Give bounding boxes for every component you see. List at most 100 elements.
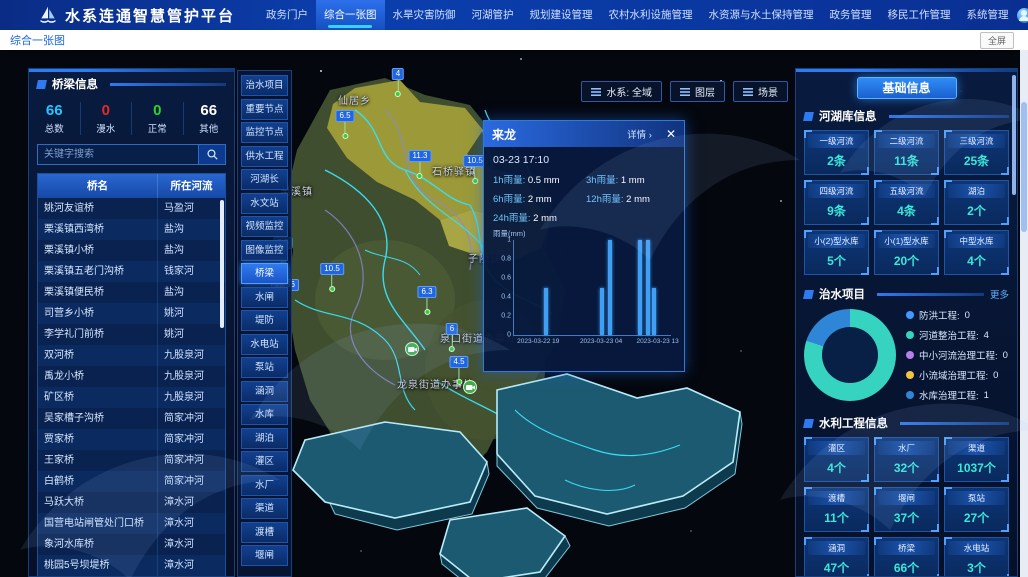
tile-label: 水电站 bbox=[948, 541, 1005, 555]
layer-menu-item[interactable]: 供水工程 bbox=[241, 146, 288, 167]
layer-menu-item[interactable]: 涵洞 bbox=[241, 381, 288, 402]
legend-item: 防洪工程: 0 bbox=[906, 308, 1008, 322]
table-row[interactable]: 吴家槽子沟桥 简家冲河 bbox=[38, 408, 225, 429]
more-link[interactable]: 更多 bbox=[990, 287, 1009, 301]
map-control-button[interactable]: 图层 bbox=[670, 81, 725, 102]
section-icon bbox=[803, 419, 814, 428]
base-info-badge-button[interactable]: 基础信息 bbox=[857, 77, 957, 99]
layer-menu-item[interactable]: 视频监控 bbox=[241, 216, 288, 237]
info-tile: 桥梁 66个 bbox=[874, 537, 939, 577]
marker-value-badge: 6.3 bbox=[417, 286, 436, 298]
layer-menu-item[interactable]: 水电站 bbox=[241, 334, 288, 355]
water-level-marker[interactable]: 6.5 bbox=[335, 110, 354, 139]
layer-menu-item[interactable]: 水库 bbox=[241, 404, 288, 425]
nav-tab[interactable]: 水资源与水土保持管理 bbox=[701, 0, 822, 30]
legend-item: 河道整治工程: 4 bbox=[906, 328, 1008, 342]
cell-bridge-name: 双河桥 bbox=[38, 345, 157, 366]
tile-value: 3个 bbox=[948, 555, 1005, 577]
page-scrollbar-thumb[interactable] bbox=[1021, 102, 1027, 232]
table-row[interactable]: 矿区桥 九股泉河 bbox=[38, 387, 225, 408]
layer-menu-item[interactable]: 水厂 bbox=[241, 475, 288, 496]
table-row[interactable]: 司营乡小桥 姚河 bbox=[38, 303, 225, 324]
cell-river-name: 简家冲河 bbox=[157, 408, 225, 429]
nav-tab[interactable]: 农村水利设施管理 bbox=[601, 0, 701, 30]
layer-menu-item[interactable]: 渡槽 bbox=[241, 522, 288, 543]
layer-menu-item[interactable]: 灌区 bbox=[241, 451, 288, 472]
table-row[interactable]: 象河水库桥 漳水河 bbox=[38, 534, 225, 555]
marker-stem bbox=[419, 162, 420, 173]
search-button[interactable] bbox=[199, 144, 226, 165]
water-level-marker[interactable]: 10.5 bbox=[320, 263, 344, 292]
tile-value: 66个 bbox=[878, 555, 935, 577]
table-row[interactable]: 白鹤桥 简家冲河 bbox=[38, 471, 225, 492]
search-input[interactable] bbox=[37, 144, 199, 165]
rain-bar bbox=[646, 240, 650, 335]
table-row[interactable]: 贾家桥 简家冲河 bbox=[38, 429, 225, 450]
layer-menu-item[interactable]: 堰闸 bbox=[241, 545, 288, 566]
nav-tab[interactable]: 系统管理 bbox=[959, 0, 1017, 30]
layer-menu-item[interactable]: 堤防 bbox=[241, 310, 288, 331]
layer-menu-item[interactable]: 治水项目 bbox=[241, 75, 288, 96]
table-row[interactable]: 李学礼门前桥 姚河 bbox=[38, 324, 225, 345]
nav-tab[interactable]: 规划建设管理 bbox=[522, 0, 601, 30]
nav-tab[interactable]: 河湖管护 bbox=[464, 0, 522, 30]
layer-menu-item[interactable]: 河湖长 bbox=[241, 169, 288, 190]
bridge-table-header: 桥名 所在河流 bbox=[38, 174, 225, 198]
table-row[interactable]: 栗溪镇五老门沟桥 钱家河 bbox=[38, 261, 225, 282]
layer-menu-item[interactable]: 湖泊 bbox=[241, 428, 288, 449]
nav-tab[interactable]: 移民工作管理 bbox=[880, 0, 959, 30]
tile-label: 五级河流 bbox=[878, 184, 935, 198]
water-level-marker[interactable]: 6.3 bbox=[417, 286, 436, 315]
table-row[interactable]: 栗溪镇便民桥 盐沟 bbox=[38, 282, 225, 303]
close-icon[interactable]: ✕ bbox=[666, 127, 676, 141]
table-row[interactable]: 禹龙小桥 九股泉河 bbox=[38, 366, 225, 387]
water-level-marker[interactable]: 11.3 bbox=[409, 150, 432, 179]
nav-tab[interactable]: 政务门户 bbox=[258, 0, 316, 30]
metric-value: 2 mm bbox=[533, 213, 557, 224]
layer-menu-item[interactable]: 渠道 bbox=[241, 498, 288, 519]
table-row[interactable]: 栗溪镇西湾桥 盐沟 bbox=[38, 219, 225, 240]
nav-tab[interactable]: 政务管理 bbox=[822, 0, 880, 30]
nav-tab[interactable]: 综合一张图 bbox=[316, 0, 385, 30]
stat-label: 总数 bbox=[29, 121, 80, 135]
table-row[interactable]: 姚河友谊桥 马盈河 bbox=[38, 198, 225, 219]
table-row[interactable]: 王家桥 简家冲河 bbox=[38, 450, 225, 471]
map-controls: 水系: 全域 图层 bbox=[581, 81, 788, 102]
panel-scrollbar[interactable] bbox=[1012, 75, 1016, 195]
map-control-button[interactable]: 场景 bbox=[733, 81, 788, 102]
tile-value: 27个 bbox=[948, 505, 1005, 528]
water-level-marker[interactable]: 4 bbox=[392, 68, 404, 97]
cell-bridge-name: 矿区桥 bbox=[38, 387, 157, 408]
layer-menu-item[interactable]: 桥梁 bbox=[241, 263, 288, 284]
breadcrumb[interactable]: 综合一张图 bbox=[10, 32, 65, 48]
table-row[interactable]: 栗溪镇小桥 盐沟 bbox=[38, 240, 225, 261]
tile-value: 11条 bbox=[878, 148, 935, 171]
table-row[interactable]: 双河桥 九股泉河 bbox=[38, 345, 225, 366]
fullscreen-button[interactable]: 全屏 bbox=[980, 32, 1014, 49]
popup-detail-link[interactable]: 详情 › bbox=[627, 127, 652, 141]
table-row[interactable]: 马跃大桥 漳水河 bbox=[38, 492, 225, 513]
layer-menu-item[interactable]: 水闸 bbox=[241, 287, 288, 308]
map-control-button[interactable]: 水系: 全域 bbox=[581, 81, 662, 102]
camera-marker-icon[interactable] bbox=[463, 380, 477, 394]
legend-value: 0 bbox=[1003, 350, 1008, 361]
layer-menu-item[interactable]: 重要节点 bbox=[241, 99, 288, 120]
water-level-marker[interactable]: 6 bbox=[446, 323, 458, 352]
column-header-name: 桥名 bbox=[38, 174, 157, 198]
table-row[interactable]: 国营电站闸管处门口桥 漳水河 bbox=[38, 513, 225, 534]
table-row[interactable]: 桃园5号坝堤桥 漳水河 bbox=[38, 555, 225, 576]
camera-marker-icon[interactable] bbox=[405, 342, 419, 356]
page-scrollbar-track[interactable] bbox=[1020, 50, 1028, 577]
layer-menu-item[interactable]: 水文站 bbox=[241, 193, 288, 214]
table-scrollbar[interactable] bbox=[220, 200, 224, 328]
top-nav-bar: 水系连通智慧管护平台 政务门户 综合一张图 水旱灾害防御 河湖管护 规划建设管理… bbox=[0, 0, 1028, 30]
info-tile: 水电站 3个 bbox=[944, 537, 1009, 577]
user-menu[interactable]: hhzb42080201 bbox=[1017, 8, 1028, 23]
user-avatar bbox=[1017, 8, 1028, 23]
layer-menu-item[interactable]: 图像监控 bbox=[241, 240, 288, 261]
layer-menu-item[interactable]: 泵站 bbox=[241, 357, 288, 378]
layer-menu-item[interactable]: 监控节点 bbox=[241, 122, 288, 143]
project-donut-block: 防洪工程: 0 河道整治工程: 4 中小河流治理工程: 0 bbox=[796, 306, 1017, 408]
nav-tab[interactable]: 水旱灾害防御 bbox=[385, 0, 464, 30]
metric-label: 24h雨量: bbox=[493, 213, 533, 224]
